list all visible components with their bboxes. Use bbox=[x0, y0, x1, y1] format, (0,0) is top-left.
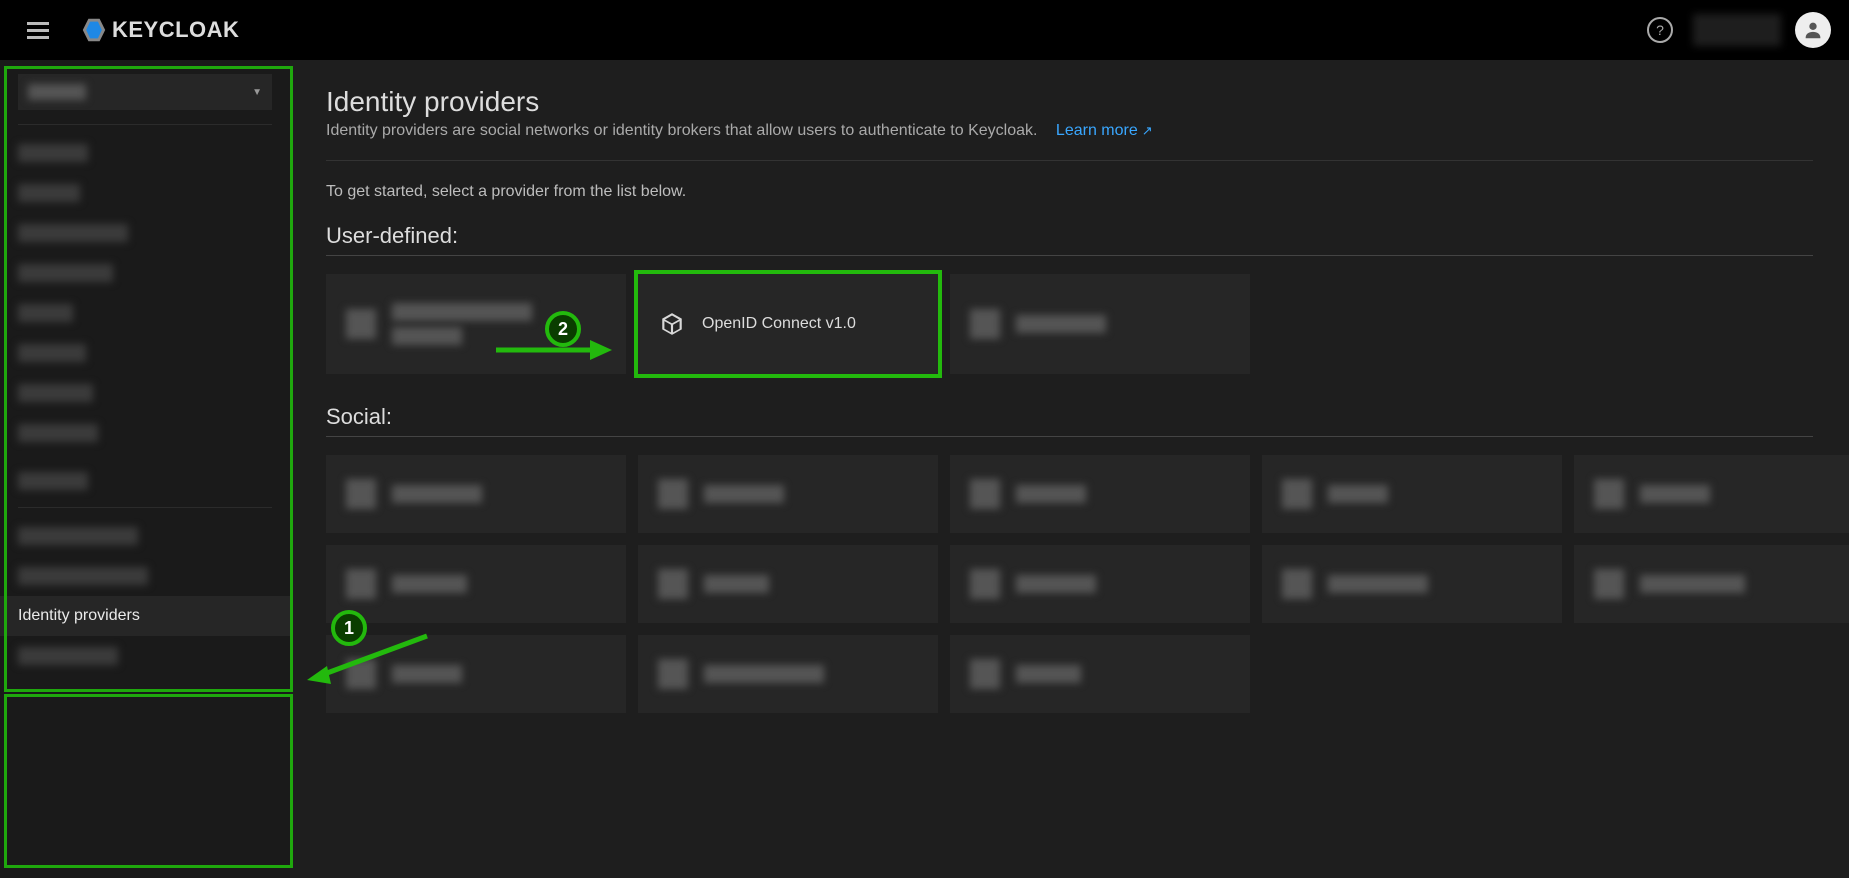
sidebar-item[interactable] bbox=[0, 133, 290, 173]
user-avatar[interactable] bbox=[1795, 12, 1831, 48]
brand-logo[interactable]: KEYCLOAK bbox=[80, 16, 239, 44]
provider-card[interactable] bbox=[638, 545, 938, 623]
sidebar-item[interactable] bbox=[0, 293, 290, 333]
keycloak-logo-icon bbox=[80, 16, 108, 44]
provider-card[interactable] bbox=[1262, 545, 1562, 623]
provider-card[interactable] bbox=[1574, 455, 1849, 533]
chevron-down-icon: ▼ bbox=[252, 87, 262, 98]
sidebar-item-identity-providers[interactable]: Identity providers bbox=[0, 596, 290, 636]
help-icon[interactable]: ? bbox=[1647, 17, 1673, 43]
provider-card[interactable] bbox=[638, 455, 938, 533]
sidebar: ▼ Identity providers bbox=[0, 60, 290, 878]
sidebar-item[interactable] bbox=[0, 213, 290, 253]
page-title: Identity providers bbox=[326, 86, 1813, 118]
section-user-defined-label: User-defined: bbox=[326, 223, 1813, 249]
hamburger-menu-button[interactable] bbox=[18, 10, 58, 50]
external-link-icon: ↗ bbox=[1142, 123, 1153, 138]
page-description: Identity providers are social networks o… bbox=[326, 122, 1813, 140]
user-defined-grid: OpenID Connect v1.0 bbox=[326, 274, 1813, 374]
sidebar-item[interactable] bbox=[0, 556, 290, 596]
provider-card[interactable] bbox=[1574, 545, 1849, 623]
sidebar-item-label: Identity providers bbox=[18, 607, 140, 625]
provider-card[interactable] bbox=[326, 274, 626, 374]
main-content: Identity providers Identity providers ar… bbox=[290, 60, 1849, 878]
topbar: KEYCLOAK ? bbox=[0, 0, 1849, 60]
cube-icon bbox=[658, 310, 686, 338]
realm-selector[interactable]: ▼ bbox=[18, 74, 272, 110]
provider-card[interactable] bbox=[638, 635, 938, 713]
provider-card-openid-connect[interactable]: OpenID Connect v1.0 bbox=[638, 274, 938, 374]
sidebar-item[interactable] bbox=[0, 636, 290, 676]
provider-card[interactable] bbox=[326, 635, 626, 713]
sidebar-item[interactable] bbox=[0, 413, 290, 453]
sidebar-item[interactable] bbox=[0, 461, 290, 501]
provider-card[interactable] bbox=[950, 545, 1250, 623]
brand-name: KEYCLOAK bbox=[112, 17, 239, 43]
section-social-label: Social: bbox=[326, 404, 1813, 430]
sidebar-item[interactable] bbox=[0, 373, 290, 413]
provider-card[interactable] bbox=[1262, 455, 1562, 533]
sidebar-item[interactable] bbox=[0, 333, 290, 373]
sidebar-item[interactable] bbox=[0, 173, 290, 213]
learn-more-link[interactable]: Learn more↗ bbox=[1056, 122, 1153, 139]
provider-card[interactable] bbox=[326, 455, 626, 533]
provider-card[interactable] bbox=[950, 274, 1250, 374]
starter-text: To get started, select a provider from t… bbox=[326, 183, 1813, 201]
provider-card[interactable] bbox=[326, 545, 626, 623]
sidebar-item[interactable] bbox=[0, 516, 290, 556]
provider-card-label: OpenID Connect v1.0 bbox=[702, 315, 856, 333]
provider-card[interactable] bbox=[950, 455, 1250, 533]
sidebar-item[interactable] bbox=[0, 253, 290, 293]
provider-card[interactable] bbox=[950, 635, 1250, 713]
social-grid bbox=[326, 455, 1813, 713]
account-chip[interactable] bbox=[1693, 14, 1781, 46]
